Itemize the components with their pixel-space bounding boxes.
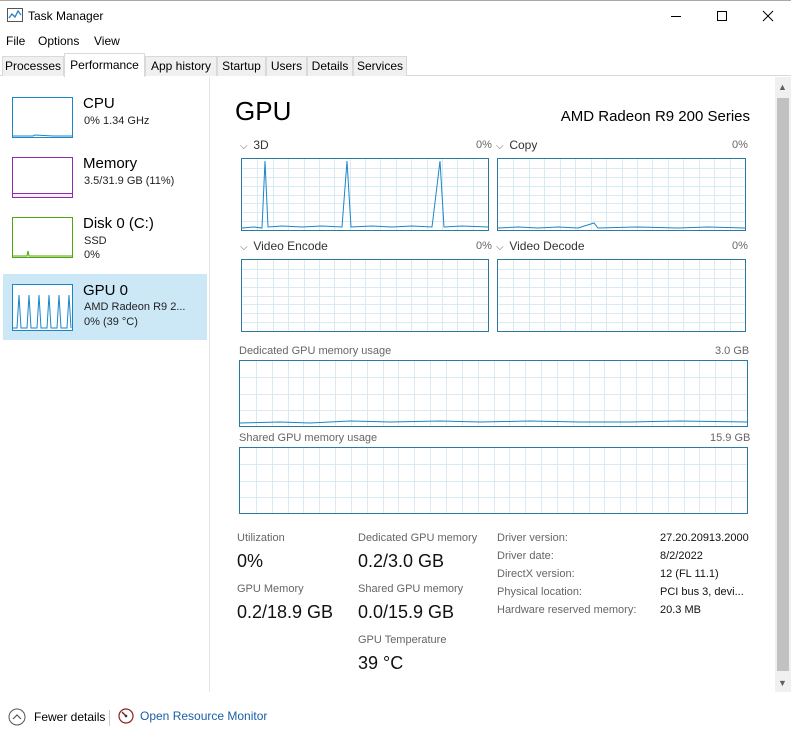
task-manager-icon xyxy=(7,8,23,22)
tab-processes[interactable]: Processes xyxy=(2,56,64,76)
reserved-memory-label: Hardware reserved memory: xyxy=(497,604,637,616)
fewer-details-label: Fewer details xyxy=(34,710,106,724)
resource-title: Disk 0 (C:) xyxy=(83,215,154,232)
open-resource-monitor-label: Open Resource Monitor xyxy=(140,709,268,723)
directx-version-value: 12 (FL 11.1) xyxy=(660,568,719,580)
open-resource-monitor-link[interactable]: Open Resource Monitor xyxy=(118,708,267,724)
vertical-scrollbar[interactable]: ▲ ▼ xyxy=(775,77,791,692)
minimize-icon xyxy=(671,16,681,17)
resource-title: CPU xyxy=(83,95,115,112)
close-button[interactable] xyxy=(745,1,791,31)
shared-memory-label: Shared GPU memory xyxy=(358,583,464,595)
tab-services[interactable]: Services xyxy=(353,56,407,76)
tab-startup[interactable]: Startup xyxy=(217,56,266,76)
engine-percent: 0% xyxy=(732,139,748,151)
directx-version-label: DirectX version: xyxy=(497,568,575,580)
utilization-label: Utilization xyxy=(237,532,285,544)
scroll-down-icon[interactable]: ▼ xyxy=(778,678,787,688)
memory-thumbnail-graph xyxy=(12,157,73,198)
menu-options[interactable]: Options xyxy=(38,34,79,48)
dedicated-memory-graph-label: Dedicated GPU memory usage xyxy=(239,345,392,357)
resource-detail: 0% (39 °C) xyxy=(84,316,138,328)
title-bar: Task Manager xyxy=(0,0,791,31)
engine-percent: 0% xyxy=(732,240,748,252)
engine-selector-video-encode[interactable]: ⌵ Video Encode xyxy=(240,239,328,253)
dedicated-memory-label: Dedicated GPU memory xyxy=(358,532,478,544)
scroll-thumb[interactable] xyxy=(777,98,789,671)
dedicated-memory-graph-max: 3.0 GB xyxy=(715,345,750,357)
tab-details[interactable]: Details xyxy=(307,56,353,76)
driver-version-value: 27.20.20913.2000 xyxy=(660,532,749,544)
engine-selector-copy[interactable]: ⌵ Copy xyxy=(496,138,537,152)
resource-gpu[interactable]: GPU 0 AMD Radeon R9 2... 0% (39 °C) xyxy=(3,274,207,340)
utilization-value: 0% xyxy=(237,551,264,571)
graph-3d xyxy=(241,158,489,231)
resource-disk[interactable]: Disk 0 (C:) SSD 0% xyxy=(3,208,207,268)
engine-percent: 0% xyxy=(476,240,492,252)
driver-date-label: Driver date: xyxy=(497,550,554,562)
gpu-temperature-label: GPU Temperature xyxy=(358,634,447,646)
resource-title: Memory xyxy=(83,155,138,172)
gpu-thumbnail-graph xyxy=(12,284,73,331)
resource-detail: SSD xyxy=(84,235,107,247)
resource-detail: AMD Radeon R9 2... xyxy=(84,301,186,313)
physical-location-value: PCI bus 3, devi... xyxy=(660,586,744,598)
resource-cpu[interactable]: CPU 0% 1.34 GHz xyxy=(3,88,207,148)
engine-percent: 0% xyxy=(476,139,492,151)
chevron-down-icon: ⌵ xyxy=(496,242,504,253)
page-title: GPU xyxy=(235,96,292,126)
graph-video-decode xyxy=(497,259,746,332)
graph-video-encode xyxy=(241,259,489,332)
engine-selector-3d[interactable]: ⌵ 3D xyxy=(240,138,269,152)
engine-selector-video-decode[interactable]: ⌵ Video Decode xyxy=(496,239,585,253)
resource-list: CPU 0% 1.34 GHz Memory 3.5/31.9 GB (11%)… xyxy=(0,77,210,692)
menu-view[interactable]: View xyxy=(94,34,120,48)
footer-divider xyxy=(109,710,110,726)
chevron-down-icon: ⌵ xyxy=(240,141,248,152)
reserved-memory-value: 20.3 MB xyxy=(660,604,701,616)
menu-file[interactable]: File xyxy=(6,34,25,48)
gpu-memory-label: GPU Memory xyxy=(237,583,304,595)
graph-dedicated-memory xyxy=(239,360,748,427)
resource-detail: 0% xyxy=(84,249,100,261)
chevron-up-circle-icon xyxy=(8,708,26,726)
resource-detail: 3.5/31.9 GB (11%) xyxy=(84,175,175,187)
driver-version-label: Driver version: xyxy=(497,532,568,544)
resource-monitor-icon xyxy=(118,708,134,724)
shared-memory-value: 0.0/15.9 GB xyxy=(358,602,455,622)
minimize-button[interactable] xyxy=(653,1,699,31)
physical-location-label: Physical location: xyxy=(497,586,582,598)
menu-bar: File Options View xyxy=(0,31,791,51)
maximize-button[interactable] xyxy=(699,1,745,31)
resource-memory[interactable]: Memory 3.5/31.9 GB (11%) xyxy=(3,148,207,208)
shared-memory-graph-label: Shared GPU memory usage xyxy=(239,432,378,444)
tab-users[interactable]: Users xyxy=(266,56,307,76)
close-icon xyxy=(762,10,774,22)
chevron-down-icon: ⌵ xyxy=(240,242,248,253)
gpu-memory-value: 0.2/18.9 GB xyxy=(237,602,334,622)
window-title: Task Manager xyxy=(28,9,104,23)
cpu-thumbnail-graph xyxy=(12,97,73,138)
tab-performance[interactable]: Performance xyxy=(64,53,145,77)
gpu-model-name: AMD Radeon R9 200 Series xyxy=(560,108,750,125)
driver-date-value: 8/2/2022 xyxy=(660,550,703,562)
resource-title: GPU 0 xyxy=(83,282,129,299)
gpu-temperature-value: 39 °C xyxy=(358,653,404,673)
graph-shared-memory xyxy=(239,447,748,514)
dedicated-memory-value: 0.2/3.0 GB xyxy=(358,551,445,571)
tab-bar: Processes Performance App history Startu… xyxy=(0,52,791,77)
chevron-down-icon: ⌵ xyxy=(496,141,504,152)
graph-copy xyxy=(497,158,746,231)
shared-memory-graph-max: 15.9 GB xyxy=(710,432,751,444)
resource-detail: 0% 1.34 GHz xyxy=(84,115,150,127)
maximize-icon xyxy=(717,11,727,21)
footer: Fewer details Open Resource Monitor xyxy=(0,700,791,743)
scroll-up-icon[interactable]: ▲ xyxy=(778,82,787,92)
disk-thumbnail-graph xyxy=(12,217,73,258)
tab-app-history[interactable]: App history xyxy=(145,56,217,76)
fewer-details-button[interactable]: Fewer details xyxy=(8,708,105,726)
